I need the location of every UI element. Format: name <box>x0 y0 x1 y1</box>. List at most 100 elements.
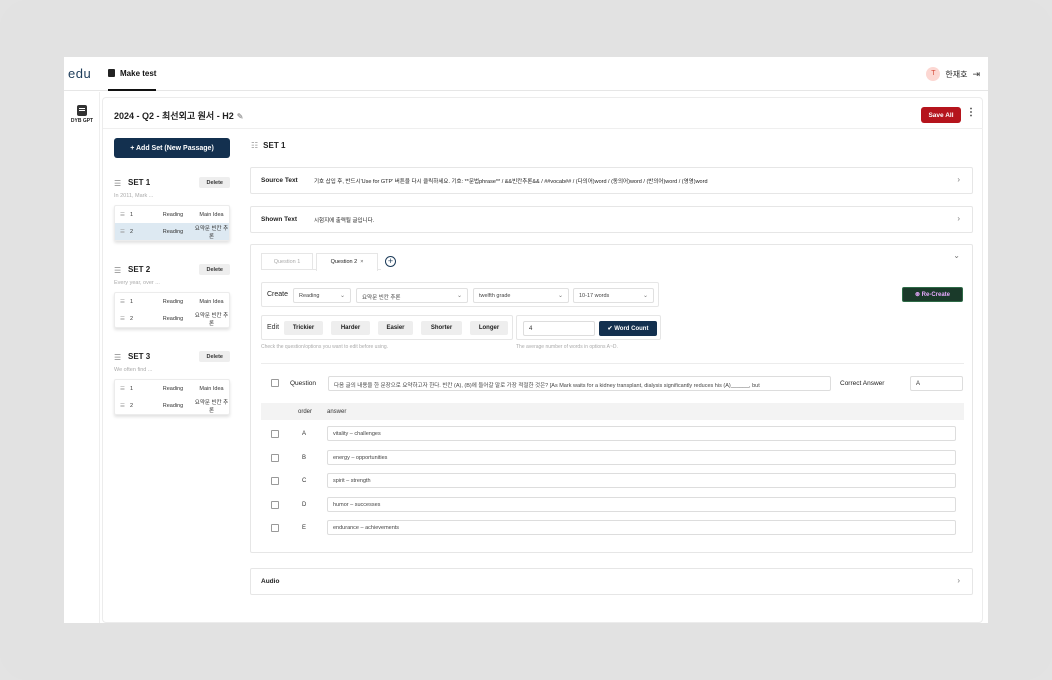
audio-accordion[interactable]: Audio › <box>250 568 973 595</box>
answer-input[interactable]: spirit – strength <box>327 473 956 488</box>
tab-label: Question 1 <box>273 259 301 265</box>
set-question-list: ☰ 1 Reading Main Idea ☰ 2 Reading 요약문 빈칸 추론 <box>114 379 230 415</box>
list-item[interactable]: ☰ 1 Reading Main Idea <box>115 206 229 223</box>
app-logo[interactable]: edu <box>68 66 91 81</box>
word-count-input[interactable]: 4 <box>523 321 595 336</box>
answer-input[interactable]: energy – opportunities <box>327 450 956 465</box>
question-panel: ⌄ Question 1 Question 2 × + Create Readin… <box>250 244 973 553</box>
delete-set-button[interactable]: Delete <box>199 177 230 188</box>
question-checkbox[interactable] <box>271 379 279 387</box>
left-rail: DYB GPT <box>64 92 100 623</box>
tab-make-test-label: Make test <box>120 69 157 78</box>
answer-input[interactable]: vitality – challenges <box>327 426 956 441</box>
shown-text-accordion[interactable]: Shown Text 시험지에 출력될 글입니다. › <box>250 206 973 233</box>
harder-button[interactable]: Harder <box>331 321 370 335</box>
tab-question-2[interactable]: Question 2 × <box>316 253 378 271</box>
set-preview: Every year, over ... <box>114 280 160 286</box>
list-item[interactable]: ☰ 2 Reading 요약문 빈칸 추론 <box>115 397 229 414</box>
grade-select[interactable]: twelfth grade ⌄ <box>473 288 569 303</box>
answer-checkbox[interactable] <box>271 430 279 438</box>
list-item[interactable]: ☰ 1 Reading Main Idea <box>115 380 229 397</box>
chevron-right-icon[interactable]: › <box>957 214 960 223</box>
shorter-button[interactable]: Shorter <box>421 321 462 335</box>
drag-handle-icon[interactable]: ☰ <box>120 403 130 409</box>
drag-handle-icon[interactable]: ☰ <box>120 229 130 235</box>
user-menu[interactable]: T 한재호 ⇥ <box>926 67 980 81</box>
answer-checkbox[interactable] <box>271 524 279 532</box>
word-count-button[interactable]: ✔ Word Count <box>599 321 657 336</box>
row-number: 2 <box>130 315 134 322</box>
main-panel: 2024 - Q2 - 최선외고 원서 - H2 ✎ Save All ⋮ + A… <box>102 97 983 623</box>
save-all-button[interactable]: Save All <box>921 107 961 123</box>
set-title-text: SET 1 <box>263 141 286 150</box>
chevron-right-icon[interactable]: › <box>957 175 960 184</box>
answer-input[interactable]: endurance – achievements <box>327 520 956 535</box>
add-set-label: Add Set (New Passage) <box>135 144 214 152</box>
select-value: 10-17 words <box>579 293 610 299</box>
question-input[interactable]: 다음 글의 내용을 한 문장으로 요약하고자 한다. 빈칸 (A), (B)에 … <box>328 376 831 391</box>
drag-handle-icon[interactable]: ☰ <box>114 266 121 275</box>
drag-handle-icon[interactable]: ☰ <box>120 299 130 305</box>
source-text-value: 기호 삽입 후, 반드시'Use for GTP' 버튼을 다시 클릭하세요. … <box>314 179 708 185</box>
set-question-list: ☰ 1 Reading Main Idea ☰ 2 Reading 요약문 빈칸 추론 <box>114 205 230 241</box>
row-kind: Reading <box>162 385 184 392</box>
chevron-down-icon: ⌄ <box>642 293 648 299</box>
delete-set-button[interactable]: Delete <box>199 351 230 362</box>
select-value: Reading <box>299 293 320 299</box>
source-text-accordion[interactable]: Source Text 기호 삽입 후, 반드시'Use for GTP' 버튼… <box>250 167 973 194</box>
add-set-button[interactable]: + Add Set (New Passage) <box>114 138 230 158</box>
chevron-down-icon: ⌄ <box>557 293 563 299</box>
delete-set-button[interactable]: Delete <box>199 264 230 275</box>
answer-input[interactable]: humor – successes <box>327 497 956 512</box>
tab-question-1[interactable]: Question 1 <box>261 253 313 270</box>
kind-select[interactable]: Reading ⌄ <box>293 288 351 303</box>
drag-handle-icon[interactable]: ☰ <box>120 386 130 392</box>
question-tabs: Question 1 Question 2 × <box>261 253 381 271</box>
drag-handle-icon[interactable]: ☰ <box>120 316 130 322</box>
add-question-icon[interactable]: + <box>385 256 396 267</box>
rail-item-dyb-gpt[interactable]: DYB GPT <box>65 105 99 124</box>
answer-checkbox[interactable] <box>271 477 279 485</box>
drag-handle-icon[interactable]: ☰ <box>114 353 121 362</box>
answer-checkbox[interactable] <box>271 501 279 509</box>
avatar: T <box>926 67 941 81</box>
app-screen: edu Make test T 한재호 ⇥ DYB GPT 2024 - Q2 … <box>64 57 988 623</box>
close-icon[interactable]: × <box>360 259 363 265</box>
list-item-selected[interactable]: ☰ 2 Reading 요약문 빈칸 추론 <box>115 223 229 240</box>
more-menu-icon[interactable]: ⋮ <box>966 107 976 118</box>
set-name: SET 2 <box>128 265 151 274</box>
set-preview: In 2011, Mark ... <box>114 193 154 199</box>
re-create-button[interactable]: ⊛ Re-Create <box>902 287 963 302</box>
set-item[interactable]: ☰ SET 2 Delete Every year, over ... ☰ 1 Read… <box>114 263 230 328</box>
edit-icon[interactable]: ✎ <box>237 112 244 121</box>
tab-make-test[interactable]: Make test <box>108 57 157 91</box>
divider <box>103 128 983 129</box>
answer-letter: E <box>302 525 307 531</box>
document-icon <box>108 69 115 77</box>
row-type: 요약문 빈칸 추론 <box>194 399 229 414</box>
answer-header: answer <box>327 409 347 415</box>
chevron-down-icon: ⌄ <box>456 293 462 299</box>
drag-handle-icon[interactable]: ☰ <box>120 212 130 218</box>
answer-checkbox[interactable] <box>271 454 279 462</box>
set-item[interactable]: ☰ SET 1 Delete In 2011, Mark ... ☰ 1 Reading… <box>114 176 230 241</box>
openai-icon: ⊛ <box>914 292 922 298</box>
edit-hint: Check the question/options you want to e… <box>261 344 389 350</box>
trickier-button[interactable]: Trickier <box>284 321 323 335</box>
question-type-select[interactable]: 요약문 빈칸 추론 ⌄ <box>356 288 468 303</box>
set-item[interactable]: ☰ SET 3 Delete We often find ... ☰ 1 Reading… <box>114 350 230 415</box>
list-item[interactable]: ☰ 2 Reading 요약문 빈칸 추론 <box>115 310 229 327</box>
length-select[interactable]: 10-17 words ⌄ <box>573 288 654 303</box>
row-kind: Reading <box>162 228 184 235</box>
shown-text-value: 시험지에 출력될 글입니다. <box>314 218 375 224</box>
easier-button[interactable]: Easier <box>378 321 413 335</box>
drag-handle-icon[interactable]: ☰ <box>114 179 121 188</box>
row-number: 2 <box>130 402 134 409</box>
device-frame: edu Make test T 한재호 ⇥ DYB GPT 2024 - Q2 … <box>0 0 1052 680</box>
chevron-down-icon[interactable]: ⌄ <box>953 251 960 260</box>
list-item[interactable]: ☰ 1 Reading Main Idea <box>115 293 229 310</box>
chevron-right-icon[interactable]: › <box>957 576 960 585</box>
correct-answer-input[interactable]: A <box>910 376 963 391</box>
logout-icon[interactable]: ⇥ <box>972 69 980 80</box>
longer-button[interactable]: Longer <box>470 321 508 335</box>
